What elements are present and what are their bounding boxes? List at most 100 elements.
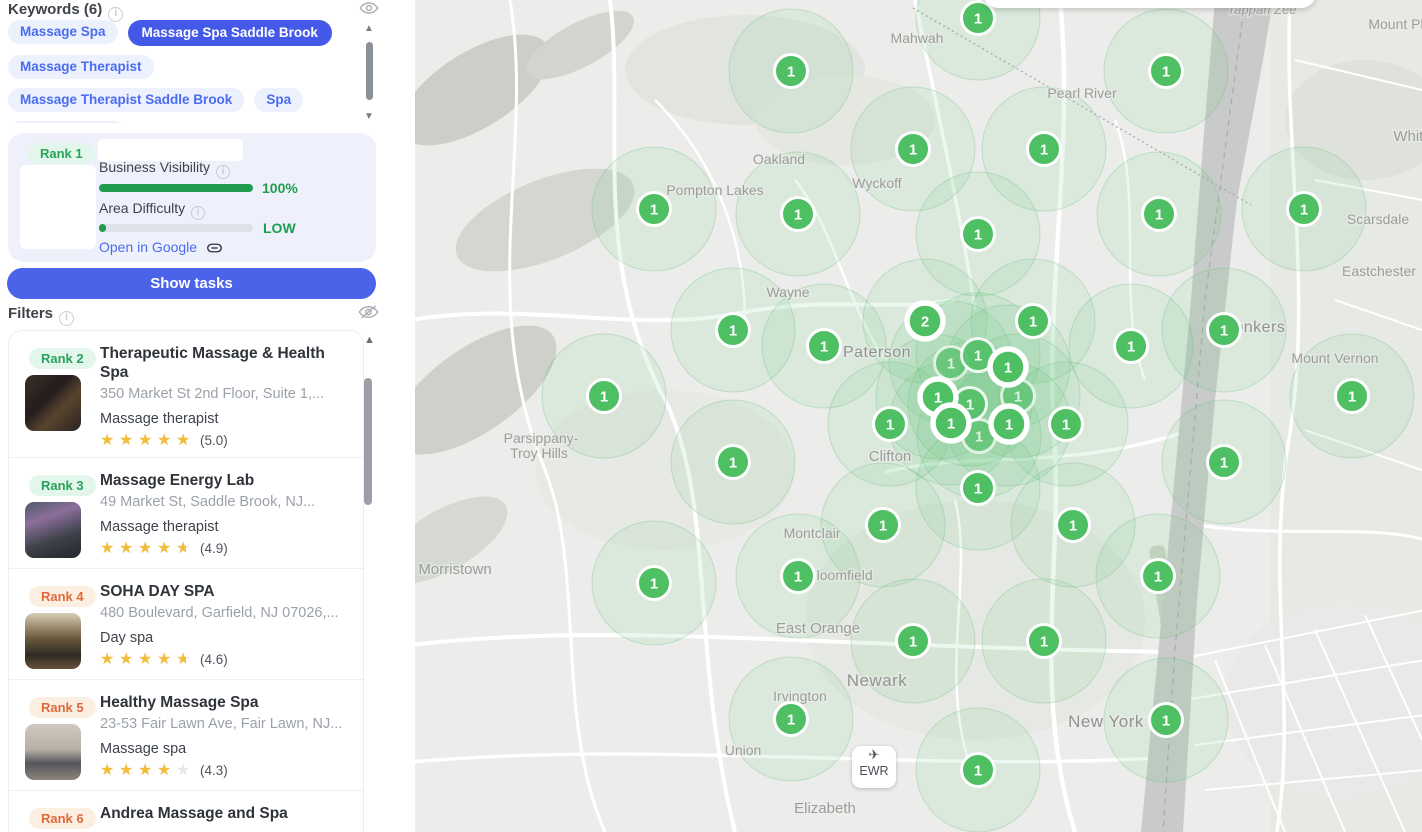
- rank-marker-1[interactable]: 1: [1208, 446, 1241, 479]
- rank-marker-1[interactable]: 1: [638, 193, 671, 226]
- rank-marker-1[interactable]: 1: [897, 133, 930, 166]
- star-icon: ★★: [176, 538, 195, 558]
- rank-marker-1[interactable]: 1: [782, 560, 815, 593]
- rating-value: (4.3): [200, 763, 228, 778]
- keyword-pill-1[interactable]: Massage Spa Saddle Brook: [128, 20, 332, 46]
- rank-marker-1[interactable]: 1: [775, 55, 808, 88]
- marker-rank-value: 1: [600, 389, 608, 406]
- map-label-troy-hills: Troy Hills: [510, 445, 568, 461]
- rank-marker-1[interactable]: 1: [990, 349, 1026, 385]
- business-name-redacted: [98, 139, 243, 161]
- map-search-pill[interactable]: [983, 0, 1316, 8]
- keywords-scrollbar[interactable]: ▲ ▼: [364, 24, 376, 124]
- marker-rank-value: 2: [921, 314, 929, 331]
- keyword-pill-5[interactable]: [8, 121, 126, 123]
- rank-marker-1[interactable]: 1: [874, 408, 907, 441]
- star-icon: ★★: [157, 760, 176, 780]
- visibility-info-icon[interactable]: i: [216, 165, 230, 179]
- rank-marker-1[interactable]: 1: [782, 198, 815, 231]
- visibility-eye-icon[interactable]: [359, 0, 379, 21]
- rank-badge: Rank 4: [29, 586, 96, 607]
- map-label-morristown: Morristown: [418, 561, 491, 578]
- result-row-rank-2[interactable]: Rank 2Therapeutic Massage & Health Spa35…: [9, 331, 363, 457]
- rank-marker-1[interactable]: 1: [1142, 560, 1175, 593]
- result-row-rank-3[interactable]: Rank 3Massage Energy Lab49 Market St, Sa…: [9, 457, 363, 568]
- rating-value: (5.0): [200, 433, 228, 448]
- rating-value: (4.9): [200, 541, 228, 556]
- rank-marker-1[interactable]: 1: [962, 2, 995, 35]
- visibility-value: 100%: [262, 180, 298, 196]
- rank-marker-1[interactable]: 1: [588, 380, 621, 413]
- rank-marker-1[interactable]: 1: [1336, 380, 1369, 413]
- marker-rank-value: 1: [650, 202, 658, 219]
- map-label-wyckoff: Wyckoff: [852, 175, 902, 191]
- rank-marker-1[interactable]: 1: [962, 218, 995, 251]
- rank-badge: Rank 6: [29, 808, 96, 829]
- keyword-pill-0[interactable]: Massage Spa: [8, 20, 118, 44]
- ewr-airport-control[interactable]: ✈ EWR: [852, 746, 896, 788]
- open-in-google-link[interactable]: Open in Google: [99, 239, 222, 255]
- rank-marker-1[interactable]: 1: [1057, 509, 1090, 542]
- rank-marker-1[interactable]: 1: [1028, 133, 1061, 166]
- star-icon: ★★: [157, 538, 176, 558]
- business-name: Massage Energy Lab: [100, 467, 345, 490]
- hide-results-eye-off-icon[interactable]: [358, 303, 379, 326]
- star-icon: ★★: [176, 760, 195, 780]
- rank-marker-1[interactable]: 1: [1208, 314, 1241, 347]
- marker-rank-value: 1: [1029, 314, 1037, 331]
- filters-info-icon[interactable]: i: [59, 311, 74, 326]
- marker-rank-value: 1: [650, 576, 658, 593]
- result-row-rank-4[interactable]: Rank 4SOHA DAY SPA480 Boulevard, Garfiel…: [9, 568, 363, 679]
- scroll-up-icon[interactable]: ▲: [364, 24, 376, 34]
- business-address: 350 Market St 2nd Floor, Suite 1,...: [100, 386, 345, 402]
- marker-rank-value: 1: [820, 339, 828, 356]
- keyword-pill-2[interactable]: Massage Therapist: [8, 55, 154, 79]
- marker-rank-value: 1: [1155, 207, 1163, 224]
- rank-marker-1[interactable]: 1: [1288, 193, 1321, 226]
- rank-marker-1[interactable]: 1: [775, 703, 808, 736]
- rank-marker-1[interactable]: 1: [1150, 704, 1183, 737]
- map-label-eastchester: Eastchester: [1342, 263, 1416, 279]
- rank-marker-1[interactable]: 1: [991, 406, 1027, 442]
- rank-marker-1[interactable]: 1: [1115, 330, 1148, 363]
- map-canvas[interactable]: MahwahTappan ZeeMount PleasantPearl Rive…: [415, 0, 1422, 832]
- rank-marker-1[interactable]: 1: [1017, 305, 1050, 338]
- map-label-wayne: Wayne: [766, 284, 809, 300]
- marker-rank-value: 1: [974, 227, 982, 244]
- rank-marker-1[interactable]: 1: [1143, 198, 1176, 231]
- business-visibility-label: Business Visibilityi: [99, 159, 230, 179]
- keywords-scroll-thumb[interactable]: [366, 42, 373, 100]
- difficulty-info-icon[interactable]: i: [191, 206, 205, 220]
- rank-marker-1[interactable]: 1: [897, 625, 930, 658]
- rank-marker-2[interactable]: 2: [907, 303, 943, 339]
- rank-marker-1[interactable]: 1: [867, 509, 900, 542]
- rank-marker-1[interactable]: 1: [638, 567, 671, 600]
- star-icon: ★★: [176, 430, 195, 450]
- result-row-rank-6[interactable]: Rank 6Andrea Massage and Spa: [9, 790, 363, 832]
- rank-marker-1[interactable]: 1: [1150, 55, 1183, 88]
- rank-marker-1[interactable]: 1: [808, 330, 841, 363]
- visibility-progress-bar: [99, 184, 253, 192]
- rank-marker-1[interactable]: 1: [1028, 625, 1061, 658]
- marker-rank-value: 1: [947, 416, 955, 433]
- rank-marker-1[interactable]: 1: [717, 446, 750, 479]
- list-scroll-up-icon[interactable]: ▲: [364, 334, 375, 346]
- rank-marker-1[interactable]: 1: [962, 754, 995, 787]
- rank-marker-1[interactable]: 1: [717, 314, 750, 347]
- list-scroll-thumb[interactable]: [364, 378, 372, 505]
- show-tasks-button[interactable]: Show tasks: [7, 268, 376, 299]
- rank-marker-1[interactable]: 1: [1050, 408, 1083, 441]
- result-row-rank-5[interactable]: Rank 5Healthy Massage Spa23-53 Fair Lawn…: [9, 679, 363, 790]
- rank-marker-1[interactable]: 1: [962, 472, 995, 505]
- business-category: Day spa: [100, 630, 345, 646]
- scroll-down-icon[interactable]: ▼: [364, 112, 374, 122]
- ewr-code-label: EWR: [852, 764, 896, 778]
- marker-rank-value: 1: [1127, 339, 1135, 356]
- map-label-mount-pleasant: Mount Pleasant: [1368, 16, 1422, 32]
- keyword-pill-4[interactable]: Spa: [254, 88, 303, 112]
- rank-marker-1[interactable]: 1: [933, 405, 969, 441]
- marker-rank-value: 1: [1162, 713, 1170, 730]
- business-category: Massage therapist: [100, 519, 345, 535]
- map-label-pearl-river: Pearl River: [1047, 85, 1117, 101]
- keyword-pill-3[interactable]: Massage Therapist Saddle Brook: [8, 88, 244, 112]
